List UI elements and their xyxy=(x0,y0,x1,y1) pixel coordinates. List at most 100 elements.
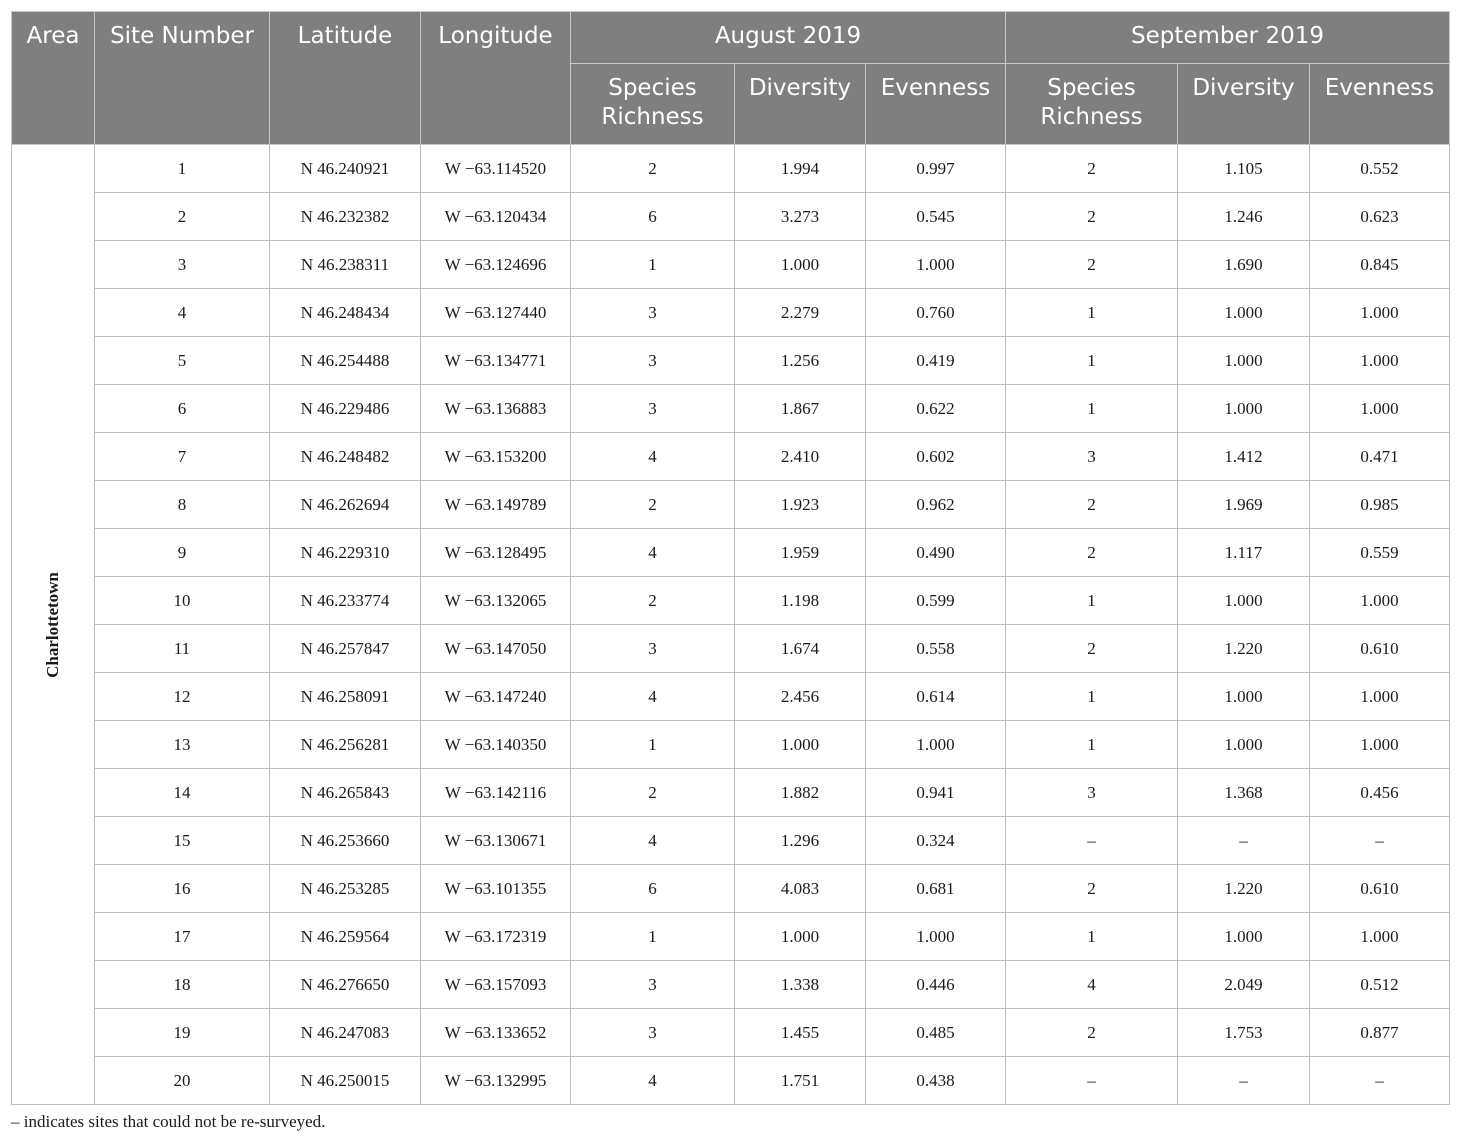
cell-sep-species-richness: 2 xyxy=(1005,528,1178,577)
cell-aug-species-richness: 3 xyxy=(570,1008,735,1057)
cell-sep-species-richness: 2 xyxy=(1005,240,1178,289)
table-row: 7N 46.248482 W −63.153200 4 2.410 0.602 3 1.41… xyxy=(12,432,1450,481)
table-row: 6N 46.229486 W −63.136883 3 1.867 0.622 1 1.00… xyxy=(12,384,1450,433)
cell-latitude: N 46.256281 xyxy=(269,720,421,769)
cell-sep-diversity: 1.368 xyxy=(1177,768,1310,817)
table-row: 20 N 46.250015 W −63.132995 4 1.751 0.438– – – xyxy=(12,1056,1450,1105)
cell-aug-diversity: 1.867 xyxy=(734,384,866,433)
cell-sep-diversity: 1.000 xyxy=(1177,576,1310,625)
cell-sep-evenness: 0.877 xyxy=(1309,1008,1450,1057)
cell-aug-species-richness: 3 xyxy=(570,384,735,433)
cell-latitude: N 46.232382 xyxy=(269,192,421,241)
cell-longitude: W −63.101355 xyxy=(420,864,571,913)
cell-sep-diversity: 1.969 xyxy=(1177,480,1310,529)
cell-site-number: 2 xyxy=(94,192,270,241)
table-row: 4N 46.248434 W −63.127440 3 2.279 0.760 1 1.00… xyxy=(12,288,1450,337)
cell-area: Charlottetown xyxy=(11,144,95,1105)
cell-longitude: W −63.136883 xyxy=(420,384,571,433)
header-sep-evenness: Evenness xyxy=(1309,63,1450,145)
cell-aug-species-richness: 2 xyxy=(570,144,735,193)
cell-sep-evenness: 1.000 xyxy=(1309,288,1450,337)
cell-longitude: W −63.124696 xyxy=(420,240,571,289)
cell-aug-diversity: 1.296 xyxy=(734,816,866,865)
cell-aug-diversity: 2.279 xyxy=(734,288,866,337)
cell-latitude: N 46.250015 xyxy=(269,1056,421,1105)
cell-sep-species-richness: 2 xyxy=(1005,624,1178,673)
cell-sep-species-richness: 1 xyxy=(1005,336,1178,385)
cell-site-number: 6 xyxy=(94,384,270,433)
cell-sep-evenness: 1.000 xyxy=(1309,672,1450,721)
cell-longitude: W −63.114520 xyxy=(420,144,571,193)
cell-site-number: 13 xyxy=(94,720,270,769)
cell-sep-diversity: 1.000 xyxy=(1177,912,1310,961)
cell-aug-species-richness: 1 xyxy=(570,720,735,769)
header-sep-species-richness: Species Richness xyxy=(1005,63,1178,145)
cell-sep-species-richness: 2 xyxy=(1005,480,1178,529)
cell-latitude: N 46.257847 xyxy=(269,624,421,673)
cell-latitude: N 46.248482 xyxy=(269,432,421,481)
cell-latitude: N 46.262694 xyxy=(269,480,421,529)
cell-sep-species-richness: 2 xyxy=(1005,1008,1178,1057)
cell-site-number: 20 xyxy=(94,1056,270,1105)
cell-aug-species-richness: 4 xyxy=(570,672,735,721)
cell-aug-diversity: 2.410 xyxy=(734,432,866,481)
cell-aug-species-richness: 3 xyxy=(570,624,735,673)
cell-aug-diversity: 2.456 xyxy=(734,672,866,721)
cell-latitude: N 46.229310 xyxy=(269,528,421,577)
cell-latitude: N 46.258091 xyxy=(269,672,421,721)
cell-aug-diversity: 4.083 xyxy=(734,864,866,913)
cell-aug-evenness: 0.558 xyxy=(865,624,1006,673)
cell-longitude: W −63.128495 xyxy=(420,528,571,577)
cell-latitude: N 46.253285 xyxy=(269,864,421,913)
cell-latitude: N 46.229486 xyxy=(269,384,421,433)
cell-aug-evenness: 0.941 xyxy=(865,768,1006,817)
cell-sep-evenness: 1.000 xyxy=(1309,576,1450,625)
cell-sep-evenness: 0.623 xyxy=(1309,192,1450,241)
table-row: 14 N 46.265843 W −63.142116 2 1.882 0.941 3 1.3… xyxy=(12,768,1450,817)
table-row: 16 N 46.253285 W −63.101355 6 4.083 0.681 2 1.2… xyxy=(12,864,1450,913)
cell-aug-evenness: 0.485 xyxy=(865,1008,1006,1057)
cell-aug-evenness: 0.599 xyxy=(865,576,1006,625)
cell-aug-species-richness: 4 xyxy=(570,528,735,577)
header-aug-evenness: Evenness xyxy=(865,63,1006,145)
cell-sep-diversity: 1.000 xyxy=(1177,336,1310,385)
cell-longitude: W −63.132065 xyxy=(420,576,571,625)
table-row: 5N 46.254488 W −63.134771 3 1.256 0.419 1 1.00… xyxy=(12,336,1450,385)
cell-site-number: 4 xyxy=(94,288,270,337)
cell-site-number: 19 xyxy=(94,1008,270,1057)
cell-aug-species-richness: 1 xyxy=(570,912,735,961)
cell-aug-diversity: 1.882 xyxy=(734,768,866,817)
cell-latitude: N 46.276650 xyxy=(269,960,421,1009)
cell-site-number: 7 xyxy=(94,432,270,481)
cell-sep-species-richness: 1 xyxy=(1005,912,1178,961)
table-row: 8N 46.262694 W −63.149789 2 1.923 0.962 2 1.96… xyxy=(12,480,1450,529)
cell-aug-evenness: 0.324 xyxy=(865,816,1006,865)
cell-sep-evenness: – xyxy=(1309,1056,1450,1105)
cell-latitude: N 46.248434 xyxy=(269,288,421,337)
cell-sep-diversity: 1.117 xyxy=(1177,528,1310,577)
cell-sep-diversity: – xyxy=(1177,816,1310,865)
cell-aug-species-richness: 3 xyxy=(570,336,735,385)
cell-aug-evenness: 0.681 xyxy=(865,864,1006,913)
cell-site-number: 9 xyxy=(94,528,270,577)
cell-longitude: W −63.133652 xyxy=(420,1008,571,1057)
table-row: Charlottetown 1 N 46.240921 W −63.114520 2 1.… xyxy=(11,144,1450,1105)
cell-sep-diversity: 1.412 xyxy=(1177,432,1310,481)
table-row: 2N 46.232382 W −63.120434 6 3.273 0.545 2 1.24… xyxy=(12,192,1450,241)
table-row: 19 N 46.247083 W −63.133652 3 1.455 0.485 2 1.7… xyxy=(12,1008,1450,1057)
cell-aug-species-richness: 2 xyxy=(570,480,735,529)
cell-sep-evenness: 0.456 xyxy=(1309,768,1450,817)
cell-aug-evenness: 0.622 xyxy=(865,384,1006,433)
cell-site-number: 16 xyxy=(94,864,270,913)
cell-longitude: W −63.142116 xyxy=(420,768,571,817)
table-row: 12 N 46.258091 W −63.147240 4 2.456 0.614 1 1.0… xyxy=(12,672,1450,721)
cell-aug-evenness: 0.760 xyxy=(865,288,1006,337)
cell-latitude: N 46.238311 xyxy=(269,240,421,289)
cell-aug-species-richness: 3 xyxy=(570,288,735,337)
cell-sep-species-richness: 1 xyxy=(1005,288,1178,337)
cell-aug-diversity: 1.256 xyxy=(734,336,866,385)
cell-sep-evenness: 0.512 xyxy=(1309,960,1450,1009)
table-row: 11 N 46.257847 W −63.147050 3 1.674 0.558 2 1.2… xyxy=(12,624,1450,673)
header-august-2019: August 2019 xyxy=(570,11,1006,64)
cell-sep-evenness: 0.552 xyxy=(1309,144,1450,193)
